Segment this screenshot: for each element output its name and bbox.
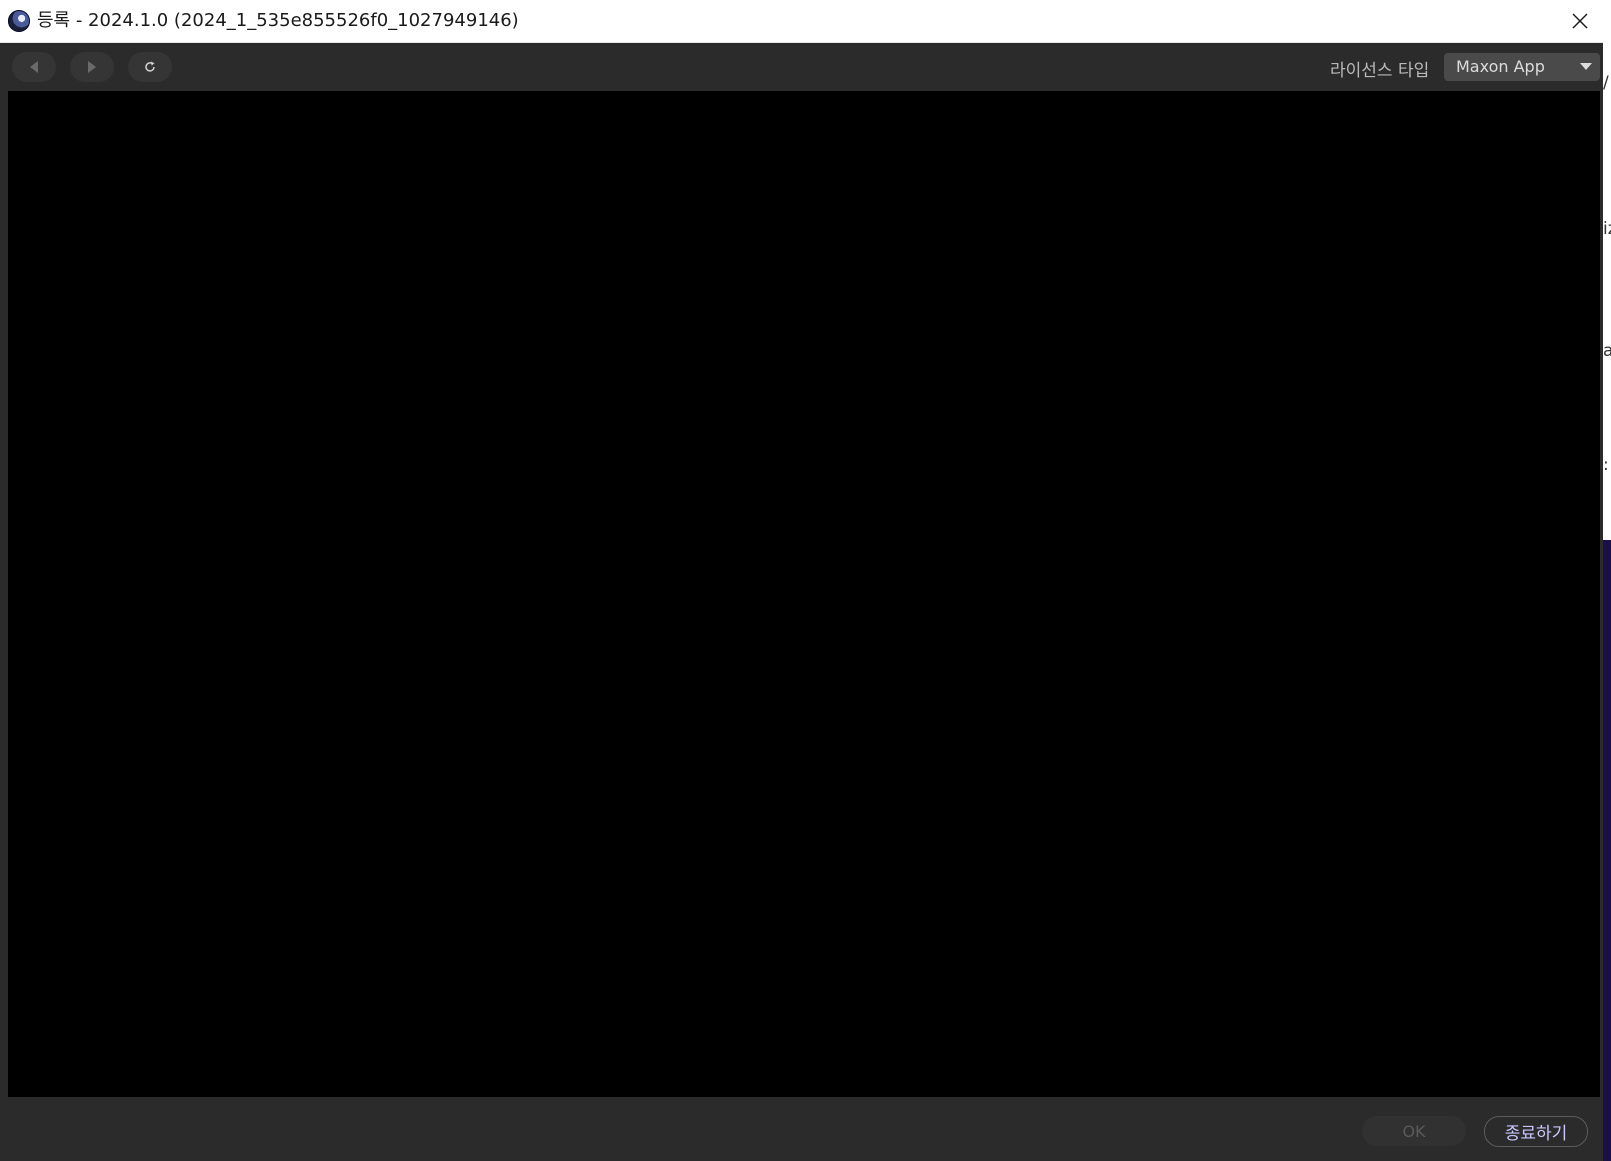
web-content-area[interactable]: [8, 91, 1600, 1097]
license-type-label: 라이선스 타입: [1330, 61, 1430, 81]
ok-button[interactable]: OK: [1362, 1116, 1466, 1146]
background-text: /: [1603, 73, 1609, 93]
title-bar: 등록 - 2024.1.0 (2024_1_535e855526f0_10279…: [0, 0, 1603, 43]
refresh-button[interactable]: [128, 52, 172, 82]
back-button[interactable]: [12, 52, 56, 82]
chevron-down-icon: [1580, 63, 1592, 70]
license-type-dropdown[interactable]: Maxon App: [1444, 53, 1600, 81]
refresh-icon: [145, 61, 155, 72]
screen: 등록 - 2024.1.0 (2024_1_535e855526f0_10279…: [0, 0, 1611, 1161]
quit-button[interactable]: 종료하기: [1484, 1116, 1588, 1147]
background-window-edge: / iz a :: [1603, 0, 1611, 1161]
back-arrow-icon: [30, 61, 38, 73]
background-text: :: [1603, 455, 1609, 475]
forward-arrow-icon: [88, 61, 96, 73]
license-type-value: Maxon App: [1456, 57, 1545, 76]
registration-dialog: 등록 - 2024.1.0 (2024_1_535e855526f0_10279…: [0, 0, 1603, 1161]
background-text: iz: [1603, 219, 1611, 239]
background-text: a: [1603, 341, 1611, 361]
close-button[interactable]: [1556, 0, 1603, 42]
window-title: 등록 - 2024.1.0 (2024_1_535e855526f0_10279…: [37, 10, 519, 31]
dialog-footer: OK 종료하기: [0, 1097, 1603, 1161]
forward-button[interactable]: [70, 52, 114, 82]
toolbar: 라이선스 타입 Maxon App: [0, 43, 1603, 91]
close-icon: [1572, 13, 1587, 29]
cinema4d-icon: [8, 10, 30, 32]
background-accent-band: [1603, 540, 1611, 1161]
